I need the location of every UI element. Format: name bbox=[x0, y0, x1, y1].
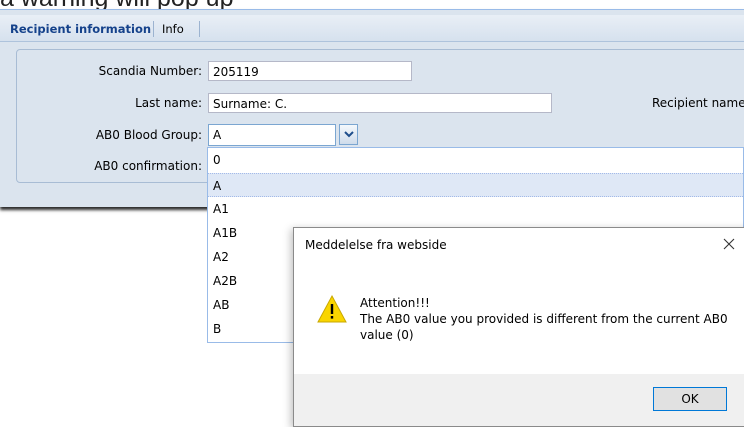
message-line-3: value (0) bbox=[360, 328, 414, 342]
scandia-number-field[interactable]: 205119 bbox=[208, 61, 412, 81]
tab-recipient-information[interactable]: Recipient information bbox=[4, 19, 157, 39]
blood-group-label: AB0 Blood Group: bbox=[95, 128, 202, 142]
blood-group-value: A bbox=[213, 128, 222, 142]
last-name-field[interactable]: Surname: C. bbox=[208, 93, 552, 113]
chevron-down-icon bbox=[344, 131, 354, 138]
scandia-number-label: Scandia Number: bbox=[98, 64, 202, 78]
blood-group-option-selected[interactable]: A bbox=[208, 173, 743, 197]
tab-separator bbox=[153, 21, 154, 37]
blood-group-select[interactable]: A bbox=[208, 124, 336, 146]
close-icon[interactable] bbox=[721, 236, 737, 252]
ok-button[interactable]: OK bbox=[653, 387, 727, 411]
tab-info[interactable]: Info bbox=[162, 19, 184, 39]
dialog-message: Attention!!! The AB0 value you provided … bbox=[360, 295, 730, 343]
blood-group-option[interactable]: A1 bbox=[208, 197, 743, 221]
dialog-title: Meddelelse fra webside bbox=[305, 238, 447, 252]
recipient-name-label: Recipient name bbox=[652, 96, 744, 110]
tab-separator bbox=[199, 21, 200, 37]
blood-group-dropdown-trigger[interactable] bbox=[339, 124, 358, 145]
warning-icon bbox=[317, 294, 347, 323]
warning-dialog: Meddelelse fra webside Attention!!! The … bbox=[293, 227, 744, 427]
last-name-label: Last name: bbox=[135, 96, 202, 110]
ab0-confirmation-label: AB0 confirmation: bbox=[94, 159, 202, 173]
blood-group-option[interactable]: 0 bbox=[208, 148, 743, 172]
message-line-2: The AB0 value you provided is different … bbox=[360, 312, 728, 326]
message-line-1: Attention!!! bbox=[360, 296, 430, 310]
tab-bar: Recipient information Info bbox=[0, 15, 744, 42]
